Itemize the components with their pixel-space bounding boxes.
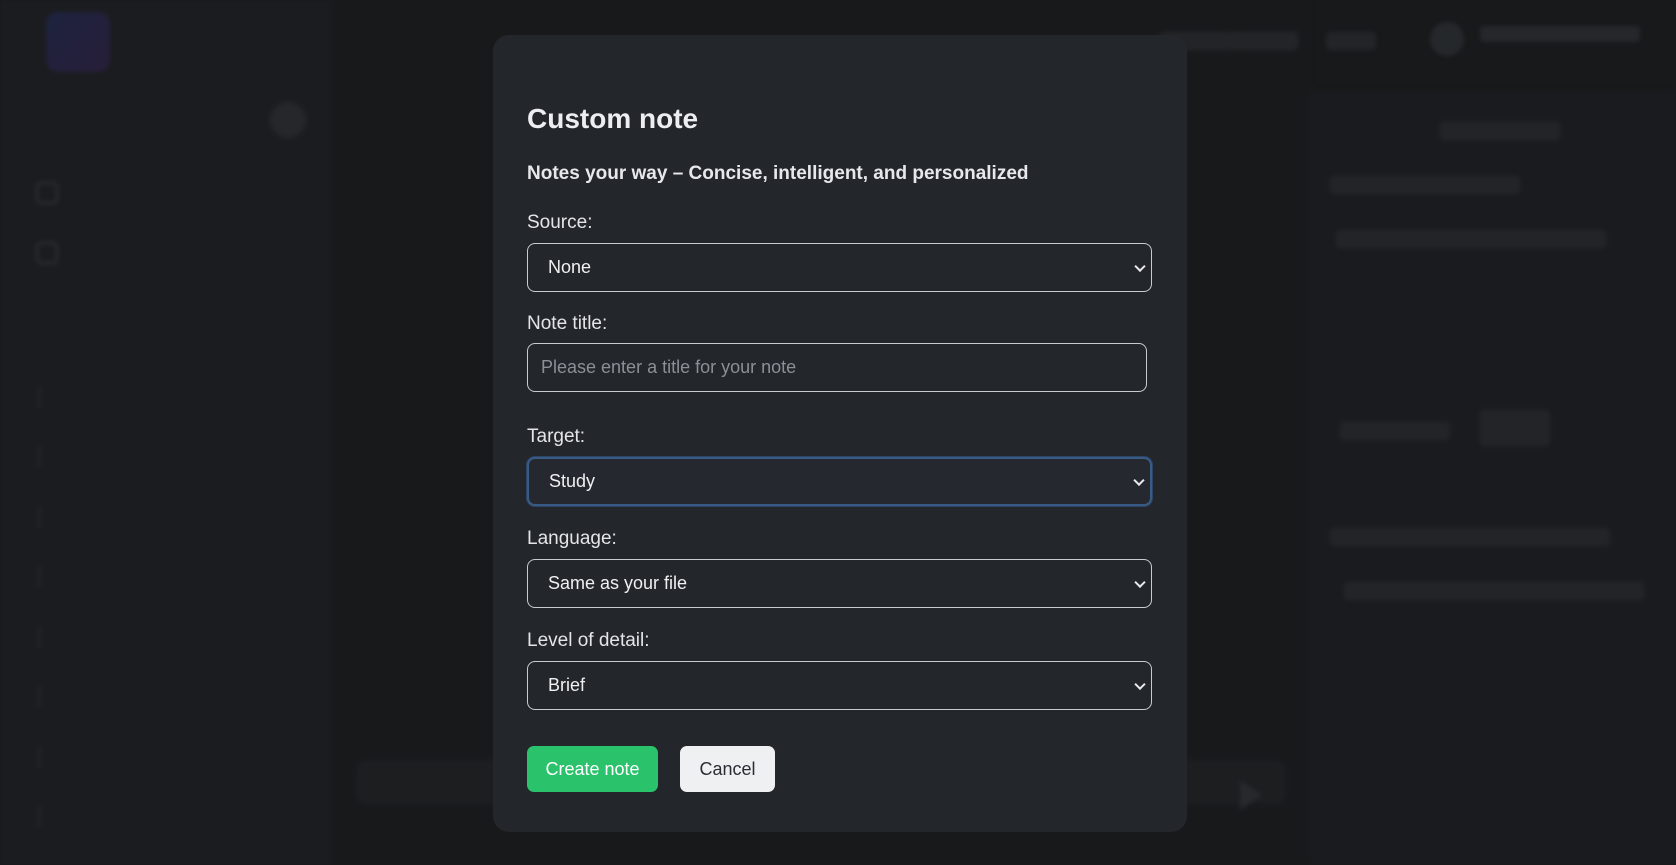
language-select[interactable]: Same as your file: [527, 559, 1152, 608]
chevron-down-icon: [1134, 576, 1146, 588]
language-select-value: Same as your file: [548, 573, 688, 593]
chevron-down-icon: [1134, 260, 1146, 272]
target-label: Target:: [527, 426, 586, 447]
chevron-down-icon: [1133, 474, 1145, 486]
chevron-down-icon: [1134, 678, 1146, 690]
cancel-button[interactable]: Cancel: [680, 746, 775, 792]
dialog-subtitle: Notes your way – Concise, intelligent, a…: [527, 163, 1029, 184]
source-select[interactable]: None: [527, 243, 1152, 292]
note-title-placeholder: Please enter a title for your note: [541, 357, 797, 377]
detail-select[interactable]: Brief: [527, 661, 1152, 710]
target-select-value: Study: [549, 471, 596, 491]
note-title-label: Note title:: [527, 313, 608, 334]
custom-note-dialog: Custom note Notes your way – Concise, in…: [493, 35, 1187, 832]
target-select[interactable]: Study: [527, 457, 1152, 506]
source-label: Source:: [527, 212, 593, 233]
source-select-value: None: [548, 257, 592, 277]
note-title-input[interactable]: Please enter a title for your note: [527, 343, 1147, 392]
language-label: Language:: [527, 528, 617, 549]
detail-select-value: Brief: [548, 675, 586, 695]
dialog-title: Custom note: [527, 103, 699, 134]
detail-label: Level of detail:: [527, 630, 650, 651]
create-note-button[interactable]: Create note: [527, 746, 658, 792]
